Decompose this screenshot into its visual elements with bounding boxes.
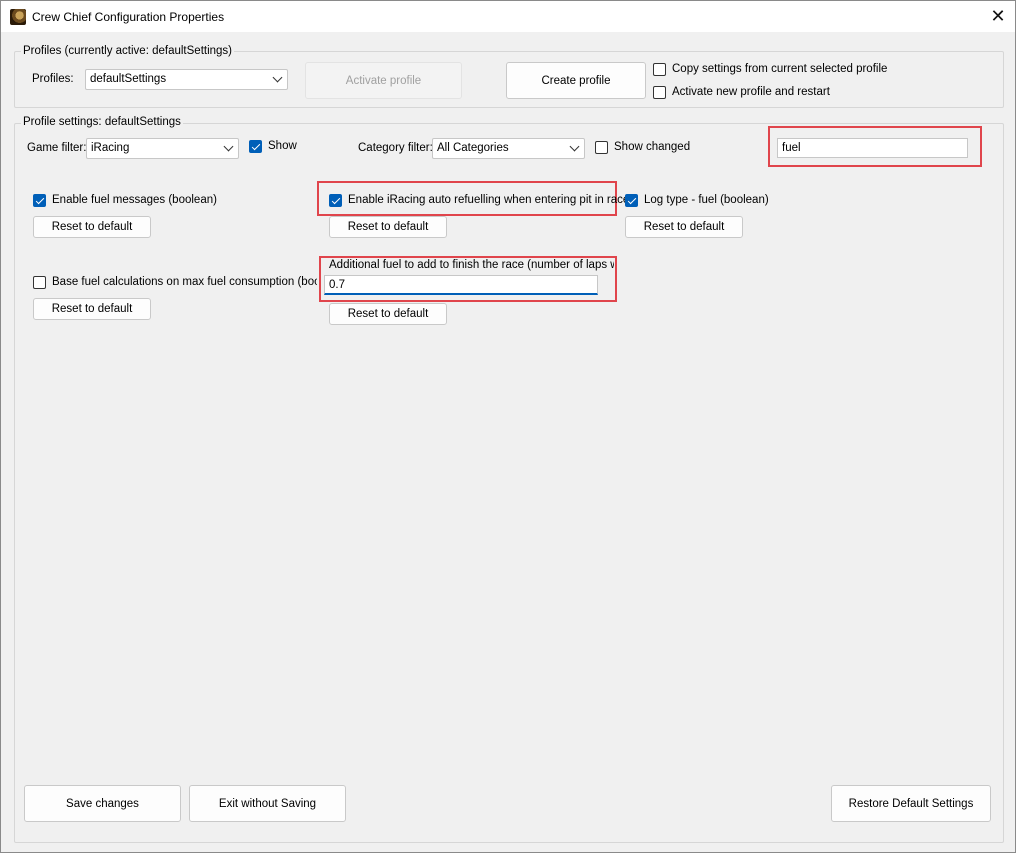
auto-refuel-label: Enable iRacing auto refuelling when ente… [348, 194, 630, 206]
reset-additional-fuel-button[interactable]: Reset to default [329, 303, 447, 325]
chevron-down-icon [272, 72, 283, 83]
chevron-down-icon [569, 141, 580, 152]
additional-fuel-label: Additional fuel to add to finish the rac… [329, 259, 614, 271]
profiles-label: Profiles: [32, 73, 74, 85]
window-title: Crew Chief Configuration Properties [32, 10, 225, 24]
profiles-dropdown[interactable]: defaultSettings [85, 69, 288, 90]
create-profile-button[interactable]: Create profile [506, 62, 646, 99]
show-changed-label: Show changed [614, 141, 691, 153]
show-changed-checkbox[interactable] [595, 141, 608, 154]
base-fuel-max-consumption-label: Base fuel calculations on max fuel consu… [52, 276, 317, 288]
copy-settings-label: Copy settings from current selected prof… [672, 63, 888, 75]
category-filter-value: All Categories [437, 142, 509, 154]
game-filter-label: Game filter: [27, 142, 87, 154]
crew-chief-app-icon [10, 9, 26, 25]
exit-without-saving-button[interactable]: Exit without Saving [189, 785, 346, 822]
log-type-fuel-checkbox[interactable] [625, 194, 638, 207]
chevron-down-icon [223, 141, 234, 152]
config-window: Crew Chief Configuration Properties ✕ Pr… [0, 0, 1016, 853]
close-icon[interactable]: ✕ [981, 1, 1015, 32]
activate-profile-button[interactable]: Activate profile [305, 62, 462, 99]
show-checkbox[interactable] [249, 140, 262, 153]
base-fuel-max-consumption-checkbox[interactable] [33, 276, 46, 289]
profile-settings-group [14, 123, 1004, 843]
game-filter-dropdown[interactable]: iRacing [86, 138, 239, 159]
reset-log-type-fuel-button[interactable]: Reset to default [625, 216, 743, 238]
settings-search-input[interactable] [777, 138, 968, 158]
category-filter-dropdown[interactable]: All Categories [432, 138, 585, 159]
reset-auto-refuel-button[interactable]: Reset to default [329, 216, 447, 238]
category-filter-label: Category filter: [358, 142, 433, 154]
activate-restart-label: Activate new profile and restart [672, 86, 830, 98]
profiles-dropdown-value: defaultSettings [90, 73, 167, 85]
activate-restart-checkbox[interactable] [653, 86, 666, 99]
game-filter-value: iRacing [91, 142, 130, 154]
auto-refuel-checkbox[interactable] [329, 194, 342, 207]
save-changes-button[interactable]: Save changes [24, 785, 181, 822]
title-bar: Crew Chief Configuration Properties ✕ [1, 1, 1015, 32]
restore-default-settings-button[interactable]: Restore Default Settings [831, 785, 991, 822]
log-type-fuel-label: Log type - fuel (boolean) [644, 194, 769, 206]
profile-settings-group-label: Profile settings: defaultSettings [21, 116, 183, 128]
profiles-group-label: Profiles (currently active: defaultSetti… [21, 45, 235, 57]
enable-fuel-messages-label: Enable fuel messages (boolean) [52, 194, 217, 206]
reset-enable-fuel-messages-button[interactable]: Reset to default [33, 216, 151, 238]
show-label: Show [268, 140, 297, 152]
reset-base-fuel-button[interactable]: Reset to default [33, 298, 151, 320]
enable-fuel-messages-checkbox[interactable] [33, 194, 46, 207]
additional-fuel-input[interactable] [324, 275, 598, 295]
copy-settings-checkbox[interactable] [653, 63, 666, 76]
